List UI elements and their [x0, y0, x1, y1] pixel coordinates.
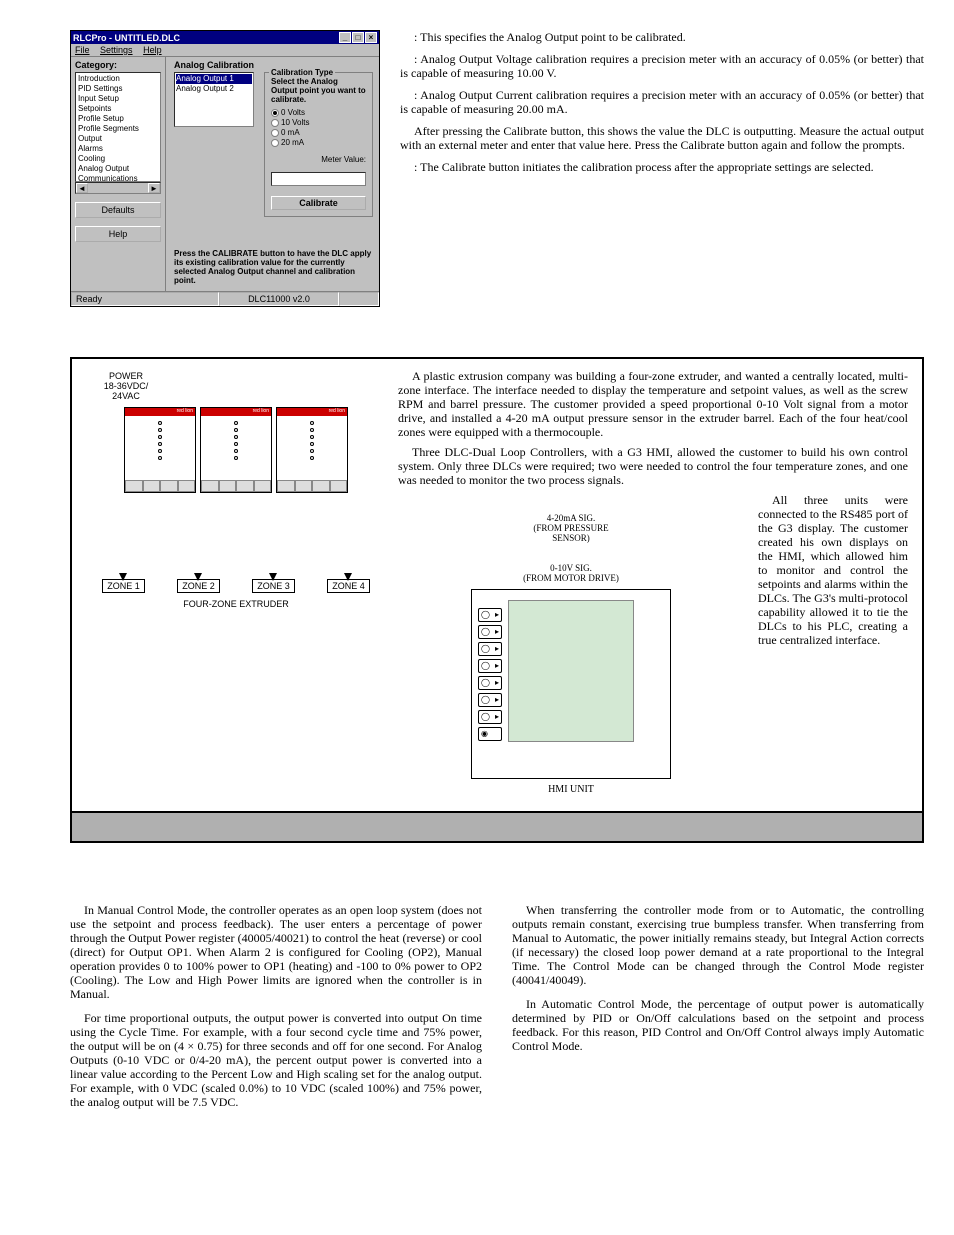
para: : The Calibrate button initiates the cal… — [400, 160, 924, 174]
right-column: When transferring the controller mode fr… — [512, 903, 924, 1119]
output-list[interactable]: Analog Output 1 Analog Output 2 — [174, 72, 254, 127]
titlebar: RLCPro - UNTITLED.DLC _ □ × — [71, 31, 379, 44]
radio-icon — [271, 139, 279, 147]
dlc-unit: red lion — [200, 407, 272, 493]
para: After pressing the Calibrate button, thi… — [400, 124, 924, 152]
menu-file[interactable]: File — [75, 45, 90, 55]
cat-item[interactable]: Profile Segments — [77, 124, 159, 134]
meter-value-input[interactable] — [271, 172, 366, 186]
calibrate-button[interactable]: Calibrate — [271, 196, 366, 210]
power-label: POWER 18-36VDC/ 24VAC — [86, 369, 166, 403]
output-item-selected[interactable]: Analog Output 1 — [176, 74, 252, 84]
para: When transferring the controller mode fr… — [512, 903, 924, 987]
hmi-side-button: ◯▸ — [478, 659, 502, 673]
radio-icon — [271, 119, 279, 127]
calibration-instruction: Press the CALIBRATE button to have the D… — [174, 249, 373, 285]
category-list[interactable]: Introduction PID Settings Input Setup Se… — [75, 72, 161, 182]
cat-item[interactable]: Profile Setup — [77, 114, 159, 124]
zone-row: ZONE 1 ZONE 2 ZONE 3 ZONE 4 — [86, 573, 386, 591]
app-title: RLCPro - UNTITLED.DLC — [73, 33, 180, 43]
calibration-type-group: Calibration Type Select the Analog Outpu… — [264, 72, 373, 217]
para: In Manual Control Mode, the controller o… — [70, 903, 482, 1001]
para: For time proportional outputs, the outpu… — [70, 1011, 482, 1109]
dlc-unit: red lion — [124, 407, 196, 493]
cat-item[interactable]: Alarms — [77, 144, 159, 154]
para: : Analog Output Voltage calibration requ… — [400, 52, 924, 80]
status-version: DLC11000 v2.0 — [219, 292, 339, 306]
cat-item[interactable]: Setpoints — [77, 104, 159, 114]
status-ready: Ready — [71, 292, 219, 306]
cat-item[interactable]: Analog Output — [77, 164, 159, 174]
menubar[interactable]: File Settings Help — [71, 44, 379, 57]
para: In Automatic Control Mode, the percentag… — [512, 997, 924, 1053]
control-mode-text: In Manual Control Mode, the controller o… — [70, 903, 924, 1119]
hmi-diagram: 4-20mA SIG. (FROM PRESSURE SENSOR) 0-10V… — [398, 493, 744, 797]
para: Three DLC-Dual Loop Controllers, with a … — [398, 445, 908, 487]
radio-20ma[interactable]: 20 mA — [271, 138, 366, 147]
sig-label-2: 0-10V SIG. (FROM MOTOR DRIVE) — [398, 563, 744, 583]
cat-item[interactable]: Communications — [77, 174, 159, 182]
menu-help[interactable]: Help — [143, 45, 162, 55]
para: A plastic extrusion company was building… — [398, 369, 908, 439]
para: : Analog Output Current calibration requ… — [400, 88, 924, 116]
status-empty — [339, 292, 379, 306]
hmi-screen — [508, 600, 634, 742]
statusbar: Ready DLC11000 v2.0 — [71, 291, 379, 306]
help-button[interactable]: Help — [75, 226, 161, 242]
radio-0v[interactable]: 0 Volts — [271, 108, 366, 117]
hmi-side-button: ◯▸ — [478, 642, 502, 656]
sig-label-1: 4-20mA SIG. (FROM PRESSURE SENSOR) — [398, 513, 744, 543]
minimize-icon[interactable]: _ — [339, 32, 351, 43]
hmi-unit: red lion ◯▸ ◯▸ ◯▸ ◯▸ ◯▸ ◯▸ ◯▸ ◉ — [471, 589, 671, 779]
cat-item[interactable]: Input Setup — [77, 94, 159, 104]
para: : This specifies the Analog Output point… — [400, 30, 924, 44]
para: All three units were connected to the RS… — [758, 493, 908, 647]
dlc-unit: red lion — [276, 407, 348, 493]
radio-0ma[interactable]: 0 mA — [271, 128, 366, 137]
cat-item[interactable]: Output — [77, 134, 159, 144]
cal-type-hint: Select the Analog Output point you want … — [271, 77, 366, 104]
hmi-label: HMI UNIT — [398, 783, 744, 797]
case-study-text: A plastic extrusion company was building… — [398, 369, 908, 797]
left-column: In Manual Control Mode, the controller o… — [70, 903, 482, 1119]
grey-bar — [72, 811, 922, 841]
maximize-icon[interactable]: □ — [352, 32, 364, 43]
radio-icon — [271, 129, 279, 137]
calibration-description: : This specifies the Analog Output point… — [400, 30, 924, 307]
menu-settings[interactable]: Settings — [100, 45, 133, 55]
hmi-side-button: ◉ — [478, 727, 502, 741]
hmi-side-button: ◯▸ — [478, 710, 502, 724]
category-label: Category: — [75, 60, 161, 70]
output-item[interactable]: Analog Output 2 — [176, 84, 252, 94]
radio-icon — [271, 109, 279, 117]
cat-item[interactable]: PID Settings — [77, 84, 159, 94]
hmi-side-button: ◯▸ — [478, 625, 502, 639]
radio-10v[interactable]: 10 Volts — [271, 118, 366, 127]
app-window: RLCPro - UNTITLED.DLC _ □ × File Setting… — [70, 30, 380, 307]
h-scrollbar[interactable]: ◄► — [75, 182, 161, 194]
cat-item[interactable]: Introduction — [77, 74, 159, 84]
extruder-diagram: POWER 18-36VDC/ 24VAC red lion red lion … — [86, 369, 386, 797]
case-study-box: POWER 18-36VDC/ 24VAC red lion red lion … — [70, 357, 924, 843]
meter-value-label: Meter Value: — [271, 155, 366, 164]
cat-item[interactable]: Cooling — [77, 154, 159, 164]
hmi-side-button: ◯▸ — [478, 676, 502, 690]
close-icon[interactable]: × — [365, 32, 377, 43]
hmi-side-button: ◯▸ — [478, 608, 502, 622]
cal-type-legend: Calibration Type — [269, 68, 335, 77]
defaults-button[interactable]: Defaults — [75, 202, 161, 218]
extruder-label: FOUR-ZONE EXTRUDER — [86, 599, 386, 609]
hmi-side-button: ◯▸ — [478, 693, 502, 707]
